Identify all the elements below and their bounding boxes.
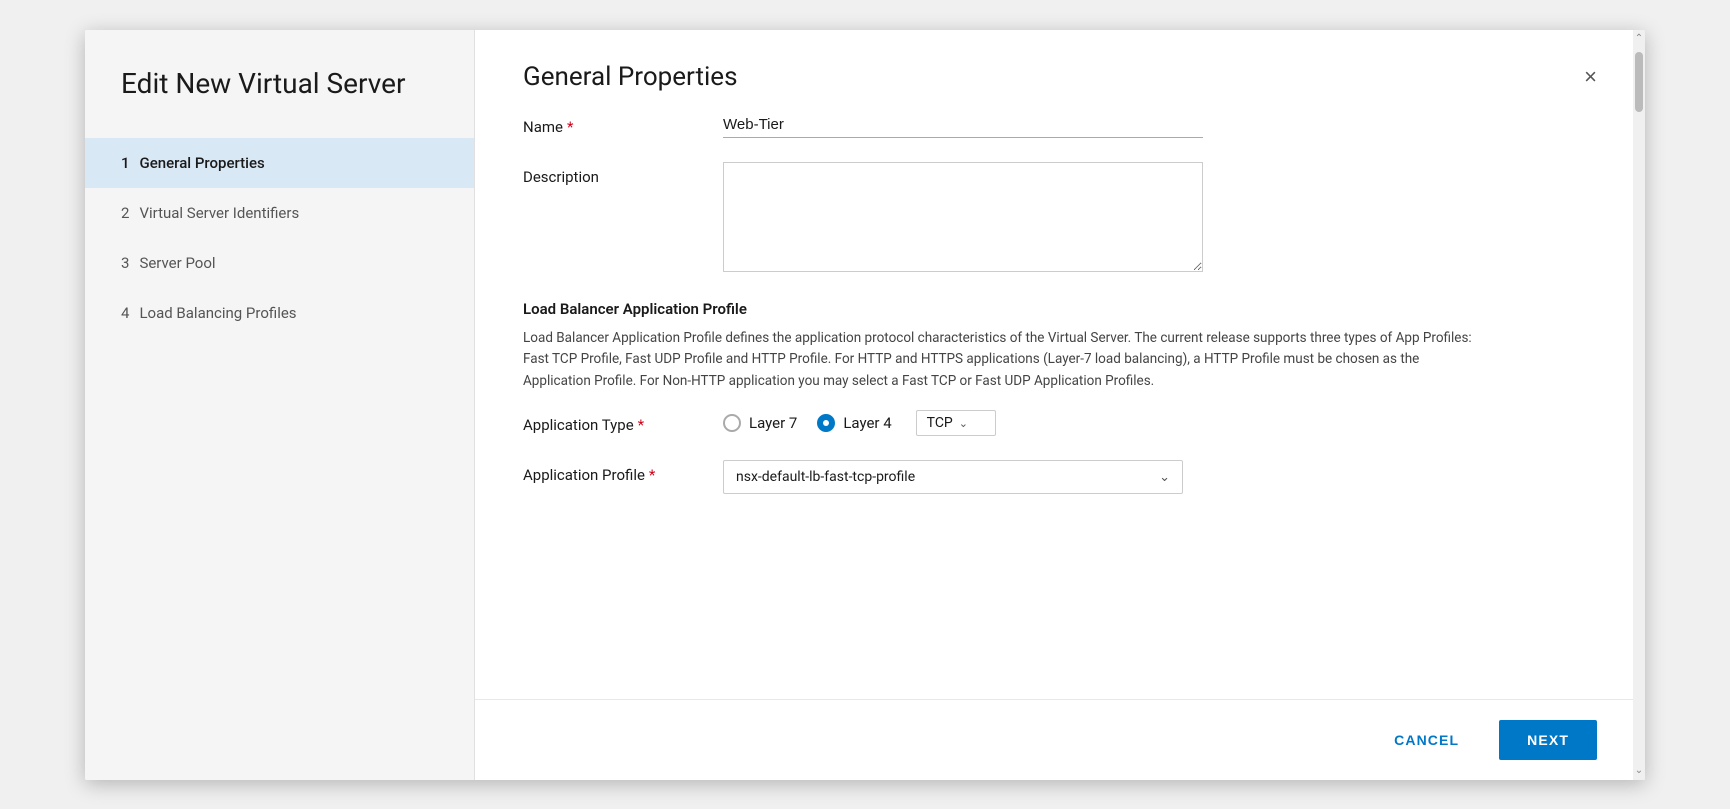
app-profile-chevron-icon: ⌄ xyxy=(1159,470,1170,485)
description-row: Description xyxy=(523,162,1597,276)
content-area: General Properties × Name* Description xyxy=(475,30,1645,780)
desc-label: Description xyxy=(523,162,723,186)
app-profile-control: nsx-default-lb-fast-tcp-profile ⌄ xyxy=(723,460,1597,494)
layer4-label: Layer 4 xyxy=(843,414,891,432)
desc-control xyxy=(723,162,1597,276)
name-input[interactable] xyxy=(723,112,1203,138)
footer: CANCEL NEXT xyxy=(475,699,1645,780)
modal-dialog: Edit New Virtual Server 1 General Proper… xyxy=(85,30,1645,780)
lb-section: Load Balancer Application Profile Load B… xyxy=(523,300,1597,495)
next-button[interactable]: NEXT xyxy=(1499,720,1597,760)
app-type-row: Application Type* Layer 7 xyxy=(523,410,1597,436)
radio-layer7[interactable]: Layer 7 xyxy=(723,414,797,432)
name-label: Name* xyxy=(523,112,723,136)
tcp-chevron-icon: ⌄ xyxy=(959,417,968,430)
scroll-down-icon[interactable]: ⌄ xyxy=(1633,762,1645,780)
radio-circle-layer4 xyxy=(817,414,835,432)
scroll-up-icon[interactable]: ⌃ xyxy=(1633,30,1645,48)
app-profile-dropdown[interactable]: nsx-default-lb-fast-tcp-profile ⌄ xyxy=(723,460,1183,494)
app-profile-value: nsx-default-lb-fast-tcp-profile xyxy=(736,469,915,485)
content-body: Name* Description Load Balancer Applicat… xyxy=(475,112,1645,699)
nav-label-pool: Server Pool xyxy=(139,254,215,272)
radio-layer4[interactable]: Layer 4 xyxy=(817,414,891,432)
step-num-4: 4 xyxy=(121,304,129,322)
layer7-label: Layer 7 xyxy=(749,414,797,432)
content-title: General Properties xyxy=(523,62,738,92)
sidebar-title: Edit New Virtual Server xyxy=(85,66,474,138)
content-header: General Properties × xyxy=(475,30,1645,112)
step-num-3: 3 xyxy=(121,254,129,272)
app-profile-label: Application Profile* xyxy=(523,460,723,484)
radio-group: Layer 7 Layer 4 xyxy=(723,414,892,432)
nav-item-profiles[interactable]: 4 Load Balancing Profiles xyxy=(85,288,474,338)
nav-label-general: General Properties xyxy=(140,154,265,172)
name-control xyxy=(723,112,1597,138)
cancel-button[interactable]: CANCEL xyxy=(1370,720,1483,760)
app-type-required: * xyxy=(638,416,644,434)
sidebar: Edit New Virtual Server 1 General Proper… xyxy=(85,30,475,780)
step-num-1: 1 xyxy=(121,154,130,172)
app-profile-row: Application Profile* nsx-default-lb-fast… xyxy=(523,460,1597,494)
app-profile-required: * xyxy=(649,466,655,484)
nav-item-pool[interactable]: 3 Server Pool xyxy=(85,238,474,288)
scrollbar-thumb[interactable] xyxy=(1635,52,1643,112)
tcp-label: TCP xyxy=(927,415,953,431)
radio-circle-layer7 xyxy=(723,414,741,432)
name-required: * xyxy=(567,118,573,136)
lb-section-title: Load Balancer Application Profile xyxy=(523,300,1597,318)
nav-label-profiles: Load Balancing Profiles xyxy=(139,304,296,322)
app-type-options: Layer 7 Layer 4 TCP xyxy=(723,410,1597,436)
app-type-controls: Layer 7 Layer 4 TCP xyxy=(723,410,1597,436)
name-row: Name* xyxy=(523,112,1597,138)
close-button[interactable]: × xyxy=(1584,66,1597,88)
app-type-label: Application Type* xyxy=(523,410,723,434)
scrollbar-track: ⌃ ⌄ xyxy=(1633,30,1645,780)
description-input[interactable] xyxy=(723,162,1203,272)
step-num-2: 2 xyxy=(121,204,129,222)
nav-item-identifiers[interactable]: 2 Virtual Server Identifiers xyxy=(85,188,474,238)
tcp-dropdown[interactable]: TCP ⌄ xyxy=(916,410,996,436)
nav-label-identifiers: Virtual Server Identifiers xyxy=(139,204,299,222)
lb-section-desc: Load Balancer Application Profile define… xyxy=(523,328,1483,393)
nav-item-general[interactable]: 1 General Properties xyxy=(85,138,474,188)
